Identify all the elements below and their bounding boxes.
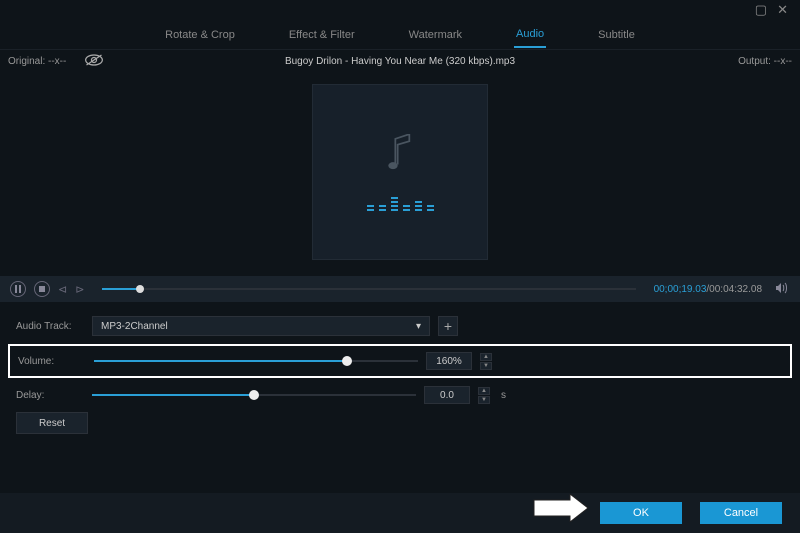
tab-subtitle[interactable]: Subtitle xyxy=(596,23,637,47)
ok-button[interactable]: OK xyxy=(600,502,682,524)
tabs: Rotate & Crop Effect & Filter Watermark … xyxy=(0,20,800,50)
speaker-icon[interactable] xyxy=(776,282,790,297)
original-label: Original: --x-- xyxy=(8,56,66,67)
delay-label: Delay: xyxy=(16,390,84,401)
current-time: 00;00;19.03 xyxy=(654,284,707,295)
next-button[interactable]: ⊳ xyxy=(75,283,84,296)
volume-up-button[interactable]: ▲ xyxy=(480,353,492,361)
footer: OK Cancel xyxy=(0,493,800,533)
volume-label: Volume: xyxy=(18,356,86,367)
volume-value[interactable]: 160% xyxy=(426,352,472,370)
delay-slider[interactable] xyxy=(92,394,416,396)
time-display: 00;00;19.03/00:04:32.08 xyxy=(654,284,762,295)
audio-track-label: Audio Track: xyxy=(16,321,84,332)
audio-thumbnail xyxy=(312,84,488,260)
cancel-button[interactable]: Cancel xyxy=(700,502,782,524)
timeline-slider[interactable] xyxy=(102,288,635,290)
preview-toggle-icon[interactable] xyxy=(84,53,104,70)
delay-up-button[interactable]: ▲ xyxy=(478,387,490,395)
total-time: 00:04:32.08 xyxy=(709,284,762,295)
playbar: ⊲ ⊳ 00;00;19.03/00:04:32.08 xyxy=(0,276,800,302)
audio-track-value: MP3-2Channel xyxy=(101,321,168,332)
file-title: Bugoy Drilon - Having You Near Me (320 k… xyxy=(0,56,800,67)
tab-rotate-crop[interactable]: Rotate & Crop xyxy=(163,23,237,47)
arrow-annotation xyxy=(532,494,590,525)
maximize-icon[interactable]: ▢ xyxy=(755,2,767,18)
tab-audio[interactable]: Audio xyxy=(514,22,546,48)
music-note-icon xyxy=(386,134,414,177)
tab-watermark[interactable]: Watermark xyxy=(407,23,464,47)
audio-controls: Audio Track: MP3-2Channel ▾ + Volume: 16… xyxy=(0,302,800,444)
volume-slider[interactable] xyxy=(94,360,418,362)
volume-highlight: Volume: 160% ▲ ▼ xyxy=(8,344,792,378)
stop-button[interactable] xyxy=(34,281,50,297)
tab-effect-filter[interactable]: Effect & Filter xyxy=(287,23,357,47)
prev-button[interactable]: ⊲ xyxy=(58,283,67,296)
volume-down-button[interactable]: ▼ xyxy=(480,362,492,370)
file-bar: Original: --x-- Bugoy Drilon - Having Yo… xyxy=(0,50,800,72)
delay-down-button[interactable]: ▼ xyxy=(478,396,490,404)
delay-unit: s xyxy=(501,390,506,401)
equalizer-icon xyxy=(367,195,434,211)
output-label: Output: --x-- xyxy=(738,56,792,67)
preview-area xyxy=(0,72,800,272)
delay-value[interactable]: 0.0 xyxy=(424,386,470,404)
play-button[interactable] xyxy=(10,281,26,297)
close-icon[interactable]: ✕ xyxy=(777,2,788,18)
add-track-button[interactable]: + xyxy=(438,316,458,336)
reset-button[interactable]: Reset xyxy=(16,412,88,434)
chevron-down-icon: ▾ xyxy=(416,321,421,332)
audio-track-select[interactable]: MP3-2Channel ▾ xyxy=(92,316,430,336)
